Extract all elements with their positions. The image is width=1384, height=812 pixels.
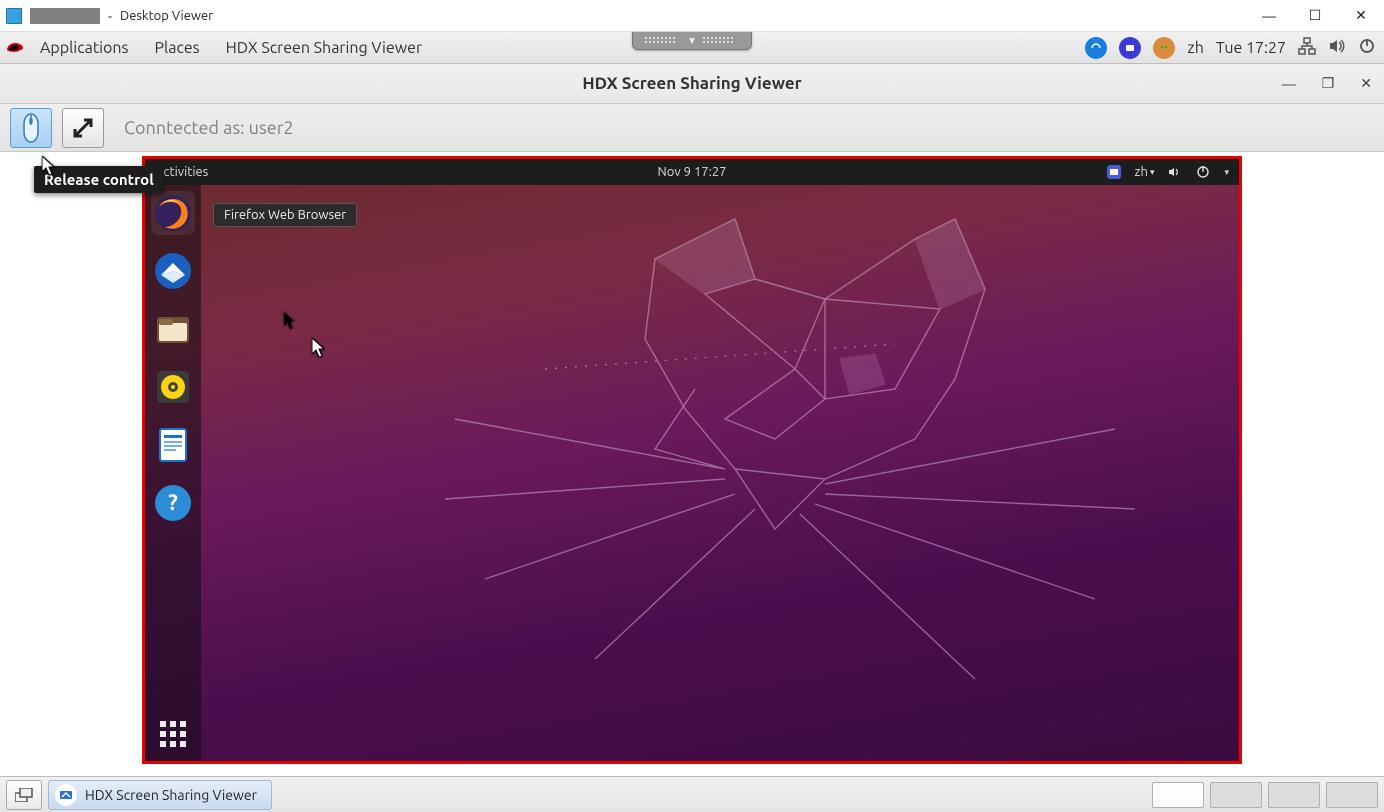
menu-hdx[interactable]: HDX Screen Sharing Viewer: [214, 35, 434, 61]
tray-indicator-1-icon[interactable]: [1085, 37, 1107, 59]
remote-desktop-frame[interactable]: Activities Nov 9 17:27 zh ▾ ▾: [142, 156, 1242, 764]
outer-minimize-button[interactable]: —: [1246, 0, 1292, 32]
host-lang-indicator[interactable]: zh: [1187, 39, 1204, 57]
redhat-icon[interactable]: [4, 37, 26, 59]
outer-window-title: Desktop Viewer: [120, 9, 213, 23]
taskbar-window-list-button[interactable]: [6, 780, 42, 810]
hdx-window-titlebar: HDX Screen Sharing Viewer — ❐ ✕: [0, 64, 1384, 104]
outer-window-controls: — ☐ ✕: [1246, 0, 1384, 32]
ubuntu-tray-app-icon[interactable]: [1107, 165, 1121, 179]
host-taskbar: HDX Screen Sharing Viewer: [0, 776, 1384, 812]
hdx-maximize-button[interactable]: ❐: [1318, 71, 1339, 96]
dock-files-icon[interactable]: [151, 307, 195, 351]
ubuntu-volume-icon[interactable]: [1168, 165, 1182, 179]
ubuntu-top-bar: Activities Nov 9 17:27 zh ▾ ▾: [145, 159, 1239, 185]
power-icon[interactable]: [1358, 37, 1376, 58]
outer-close-button[interactable]: ✕: [1338, 0, 1384, 32]
chevron-down-icon: ▼: [687, 35, 697, 47]
hdx-minimize-button[interactable]: —: [1278, 72, 1300, 96]
app-icon: [6, 8, 22, 24]
outer-maximize-button[interactable]: ☐: [1292, 0, 1338, 32]
menu-places[interactable]: Places: [142, 35, 211, 61]
taskbar-app-hdx-label: HDX Screen Sharing Viewer: [85, 787, 257, 803]
host-clock[interactable]: Tue 17:27: [1216, 39, 1286, 57]
firefox-tooltip: Firefox Web Browser: [213, 203, 357, 227]
hdx-toolbar: Conntected as: user2: [0, 104, 1384, 152]
redacted-hostname: [30, 8, 100, 24]
ubuntu-dock: ?: [145, 185, 201, 761]
svg-text:?: ?: [168, 490, 178, 515]
workspace-3[interactable]: [1268, 782, 1320, 808]
host-menubar: Applications Places HDX Screen Sharing V…: [0, 32, 1384, 64]
dock-firefox-icon[interactable]: [151, 191, 195, 235]
workspace-1[interactable]: [1152, 782, 1204, 808]
chevron-down-icon: ▾: [1150, 167, 1155, 178]
network-icon[interactable]: [1298, 37, 1316, 58]
outer-window-title-hyphen: -: [108, 8, 112, 24]
menu-applications[interactable]: Applications: [28, 35, 140, 61]
workspace-switcher[interactable]: [1152, 782, 1378, 808]
tray-indicator-3-icon[interactable]: [1153, 37, 1175, 59]
dock-rhythmbox-icon[interactable]: [151, 365, 195, 409]
outer-window-titlebar: - Desktop Viewer — ☐ ✕: [0, 0, 1384, 32]
workspace-2[interactable]: [1210, 782, 1262, 808]
hdx-close-button[interactable]: ✕: [1356, 71, 1376, 96]
taskbar-app-hdx[interactable]: HDX Screen Sharing Viewer: [48, 780, 272, 810]
hdx-window-title: HDX Screen Sharing Viewer: [582, 74, 801, 93]
citrix-toolbar-tab[interactable]: ▼: [632, 32, 752, 50]
volume-icon[interactable]: [1328, 37, 1346, 58]
fullscreen-button[interactable]: [62, 108, 104, 148]
ubuntu-fossa-wallpaper: [395, 199, 1175, 759]
connection-status-label: Conntected as: user2: [124, 118, 294, 138]
ubuntu-clock[interactable]: Nov 9 17:27: [657, 165, 726, 179]
release-control-tooltip: Release control: [34, 166, 164, 193]
dock-show-apps-button[interactable]: [160, 721, 186, 747]
dock-help-icon[interactable]: ?: [151, 481, 195, 525]
ubuntu-power-icon[interactable]: [1196, 165, 1210, 179]
chevron-down-icon[interactable]: ▾: [1224, 167, 1229, 178]
ubuntu-lang-indicator[interactable]: zh: [1135, 165, 1148, 179]
tray-indicator-2-icon[interactable]: [1119, 37, 1141, 59]
mouse-control-button[interactable]: [10, 108, 52, 148]
dock-writer-icon[interactable]: [151, 423, 195, 467]
workspace-4[interactable]: [1326, 782, 1378, 808]
taskbar-app-hdx-icon: [55, 784, 77, 806]
dock-thunderbird-icon[interactable]: [151, 249, 195, 293]
